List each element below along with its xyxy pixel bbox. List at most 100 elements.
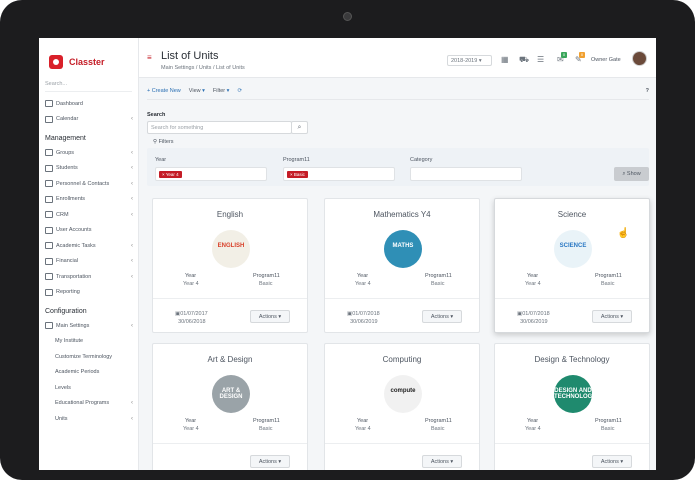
category-filter-input[interactable] bbox=[410, 167, 522, 181]
help-button[interactable]: ? bbox=[646, 88, 649, 94]
cart-icon[interactable]: ⛟ bbox=[519, 55, 529, 65]
actions-button[interactable]: Actions ▾ bbox=[250, 455, 290, 468]
user-name[interactable]: Owner Gate bbox=[591, 57, 621, 63]
sidebar-item-financial[interactable]: Financial ‹ bbox=[39, 254, 138, 270]
unit-thumbnail[interactable]: compute bbox=[384, 375, 422, 413]
filter-dropdown[interactable]: Filter ▾ bbox=[213, 88, 230, 94]
sidebar-item-customize-terminology[interactable]: Customize Terminology bbox=[39, 349, 138, 365]
sidebar-item-academic-tasks[interactable]: Academic Tasks ‹ bbox=[39, 238, 138, 254]
sidebar-item-label: Enrollments bbox=[56, 196, 86, 203]
chevron-icon[interactable]: ‹ bbox=[131, 416, 133, 422]
avatar[interactable] bbox=[632, 51, 647, 66]
unit-thumbnail[interactable]: SCIENCE bbox=[554, 230, 592, 268]
chevron-icon[interactable]: ‹ bbox=[131, 116, 133, 122]
building-icon[interactable]: ▦ bbox=[501, 55, 509, 64]
thumbnail-text: MATHS bbox=[392, 243, 414, 249]
search-input[interactable]: Search for something bbox=[147, 121, 292, 134]
sidebar-item-academic-periods[interactable]: Academic Periods bbox=[39, 365, 138, 381]
actions-button[interactable]: Actions ▾ bbox=[592, 455, 632, 468]
actions-label: Actions bbox=[258, 314, 277, 320]
sidebar-item-enrollments[interactable]: Enrollments ‹ bbox=[39, 192, 138, 208]
unit-thumbnail[interactable]: MATHS bbox=[384, 230, 422, 268]
year-filter-input[interactable]: × Year 4 bbox=[155, 167, 267, 181]
sidebar-management-items: Groups ‹ Students ‹ Personnel & Contacts ‹ Enr… bbox=[39, 145, 138, 300]
chevron-icon[interactable]: ‹ bbox=[131, 212, 133, 218]
search-icon[interactable]: ⌕ bbox=[291, 121, 308, 134]
program-chip[interactable]: × Basic bbox=[287, 171, 308, 178]
actions-button[interactable]: Actions ▾ bbox=[250, 310, 290, 323]
unit-title[interactable]: Computing bbox=[325, 355, 479, 364]
year-label: Year bbox=[357, 273, 369, 279]
toolbar: + Create New View ▾ Filter ▾ ⟳ ? bbox=[147, 86, 649, 100]
list-icon[interactable]: ☰ bbox=[537, 55, 544, 64]
unit-card[interactable]: Design & Technology DESIGN AND TECHNOLOG Y… bbox=[494, 343, 650, 470]
actions-label: Actions bbox=[258, 459, 277, 465]
unit-card[interactable]: English ENGLISH Year Year 4 Program11 Basic ▣0… bbox=[152, 198, 308, 333]
sidebar-item-label: Reporting bbox=[56, 289, 80, 296]
chevron-icon[interactable]: ‹ bbox=[131, 150, 133, 156]
sidebar-item-my-institute[interactable]: My Institute bbox=[39, 334, 138, 350]
chevron-icon[interactable]: ‹ bbox=[131, 243, 133, 249]
sidebar-item-user-accounts[interactable]: User Accounts bbox=[39, 223, 138, 239]
nav-item-icon bbox=[45, 100, 53, 108]
unit-thumbnail[interactable]: ART & DESIGN bbox=[212, 375, 250, 413]
unit-title[interactable]: Design & Technology bbox=[495, 355, 649, 364]
year-filter-label: Year bbox=[155, 157, 167, 163]
chevron-icon[interactable]: ‹ bbox=[131, 181, 133, 187]
unit-thumbnail[interactable]: ENGLISH bbox=[212, 230, 250, 268]
unit-title[interactable]: Science bbox=[495, 210, 649, 219]
unit-title[interactable]: Mathematics Y4 bbox=[325, 210, 479, 219]
sidebar-item-calendar[interactable]: Calendar ‹ bbox=[39, 112, 138, 128]
chevron-icon[interactable]: ‹ bbox=[131, 323, 133, 329]
sidebar-item-educational-programs[interactable]: Educational Programs ‹ bbox=[39, 396, 138, 412]
actions-button[interactable]: Actions ▾ bbox=[592, 310, 632, 323]
sidebar-item-levels[interactable]: Levels bbox=[39, 380, 138, 396]
end-date: 30/06/2019 bbox=[520, 319, 548, 325]
sidebar-item-main-settings[interactable]: Main Settings ‹ bbox=[39, 318, 138, 334]
sidebar-item-dashboard[interactable]: Dashboard bbox=[39, 96, 138, 112]
create-new-button[interactable]: + Create New bbox=[147, 88, 181, 94]
card-divider bbox=[495, 298, 649, 299]
breadcrumb[interactable]: Main Settings / Units / List of Units bbox=[161, 65, 245, 71]
filters-toggle[interactable]: ⚲ Filters bbox=[153, 139, 174, 145]
chevron-icon[interactable]: ‹ bbox=[131, 274, 133, 280]
sidebar-item-groups[interactable]: Groups ‹ bbox=[39, 145, 138, 161]
actions-button[interactable]: Actions ▾ bbox=[422, 310, 462, 323]
program-value: Basic bbox=[259, 281, 273, 287]
notification-badge: 0 bbox=[561, 52, 567, 58]
view-dropdown[interactable]: View ▾ bbox=[189, 88, 205, 94]
unit-title[interactable]: English bbox=[153, 210, 307, 219]
sidebar-item-units[interactable]: Units ‹ bbox=[39, 411, 138, 427]
nav-item-icon bbox=[45, 149, 53, 157]
unit-card[interactable]: Science SCIENCE Year Year 4 Program11 Basic ▣0… bbox=[494, 198, 650, 333]
hand-cursor-icon: ☝ bbox=[617, 228, 630, 239]
nav-item-icon bbox=[45, 115, 53, 123]
unit-thumbnail[interactable]: DESIGN AND TECHNOLOGY bbox=[554, 375, 592, 413]
sidebar-item-personnel-contacts[interactable]: Personnel & Contacts ‹ bbox=[39, 176, 138, 192]
unit-title[interactable]: Art & Design bbox=[153, 355, 307, 364]
refresh-icon[interactable]: ⟳ bbox=[237, 88, 242, 94]
show-button[interactable]: ⌕ Show bbox=[614, 167, 649, 181]
sidebar-item-reporting[interactable]: Reporting bbox=[39, 285, 138, 301]
sidebar-item-transportation[interactable]: Transportation ‹ bbox=[39, 269, 138, 285]
unit-card[interactable]: Mathematics Y4 MATHS Year Year 4 Program11 Ba… bbox=[324, 198, 480, 333]
filters-label: Filters bbox=[158, 139, 174, 145]
program-filter-label: Program11 bbox=[283, 157, 310, 163]
nav-item-icon bbox=[45, 273, 53, 281]
academic-year-select[interactable]: 2018-2019 ▾ bbox=[447, 55, 492, 66]
chevron-icon[interactable]: ‹ bbox=[131, 196, 133, 202]
brand[interactable]: Classter bbox=[39, 38, 138, 74]
chevron-icon[interactable]: ‹ bbox=[131, 258, 133, 264]
actions-button[interactable]: Actions ▾ bbox=[422, 455, 462, 468]
unit-card[interactable]: Computing compute Year Year 4 Program11 Basic… bbox=[324, 343, 480, 470]
sidebar-search[interactable]: Search... bbox=[45, 81, 132, 92]
program-filter-input[interactable]: × Basic bbox=[283, 167, 395, 181]
unit-card[interactable]: Art & Design ART & DESIGN Year Year 4 Progra… bbox=[152, 343, 308, 470]
sidebar-item-label: Academic Tasks bbox=[56, 242, 96, 249]
menu-toggle-icon[interactable]: ≡ bbox=[147, 53, 152, 62]
chevron-icon[interactable]: ‹ bbox=[131, 400, 133, 406]
chevron-icon[interactable]: ‹ bbox=[131, 165, 133, 171]
sidebar-item-crm[interactable]: CRM ‹ bbox=[39, 207, 138, 223]
sidebar-item-students[interactable]: Students ‹ bbox=[39, 161, 138, 177]
year-chip[interactable]: × Year 4 bbox=[159, 171, 182, 178]
